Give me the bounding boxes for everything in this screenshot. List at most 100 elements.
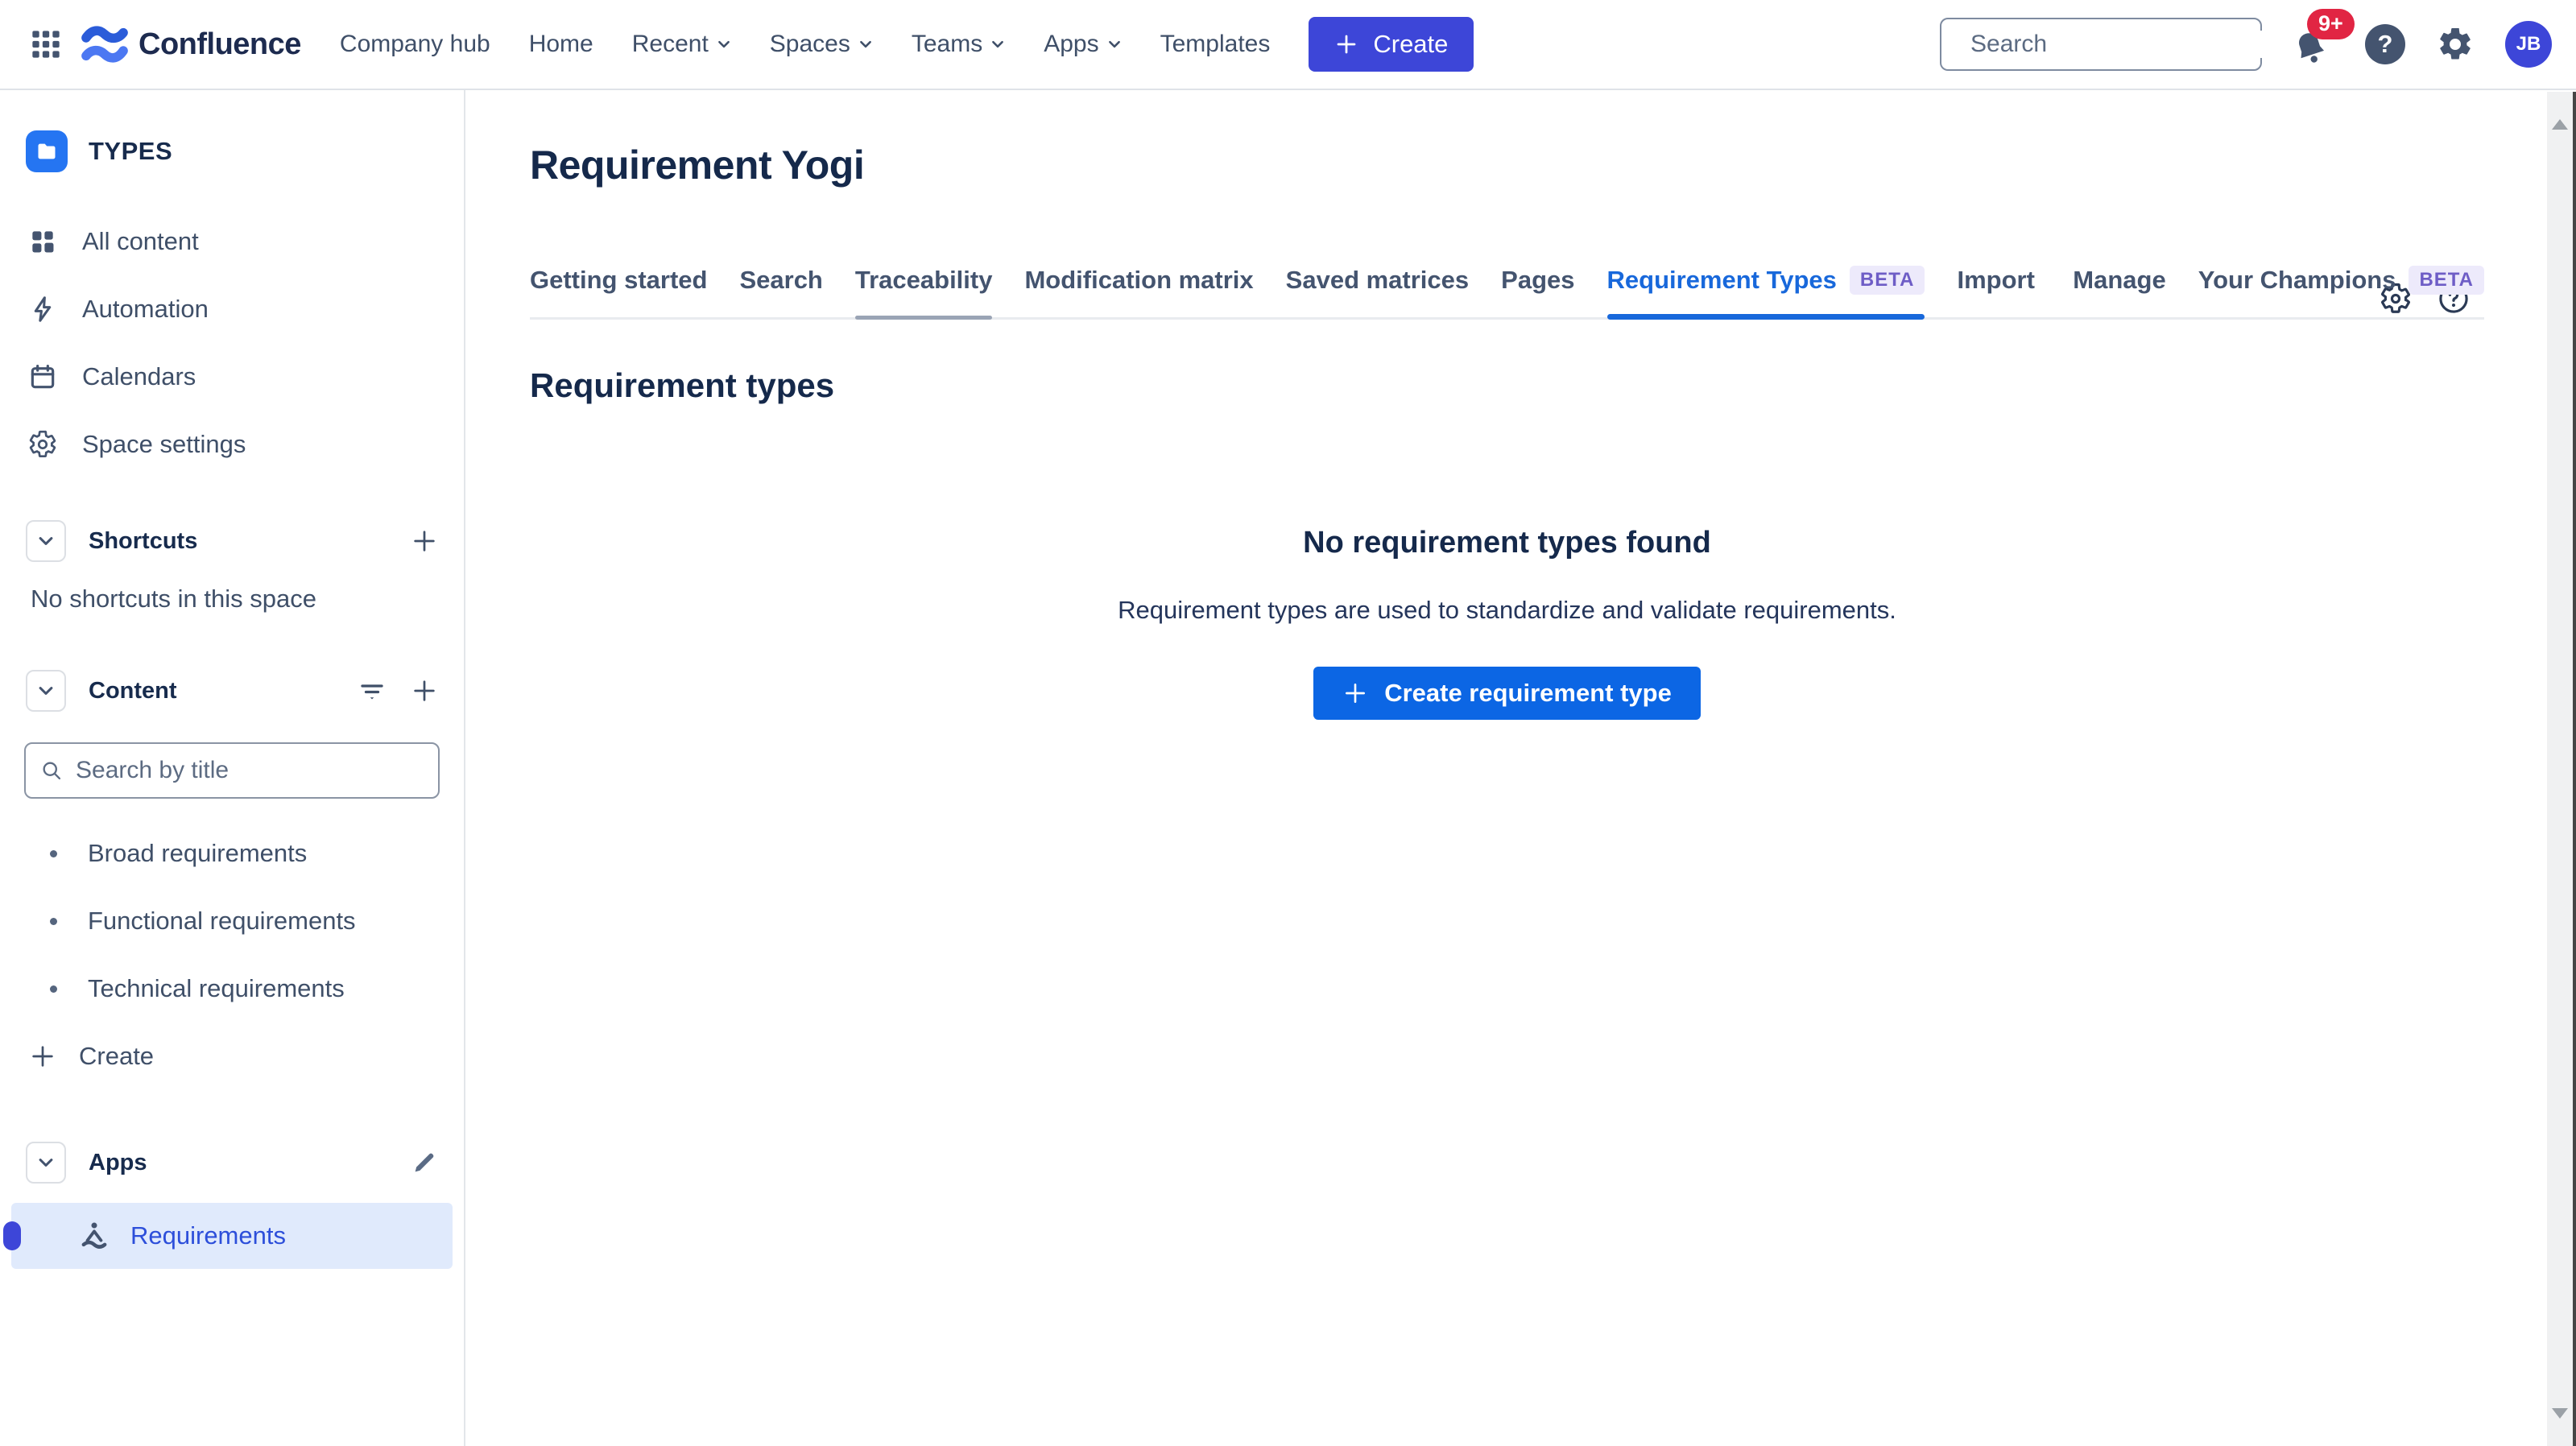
vertical-scrollbar[interactable] <box>2547 92 2573 1446</box>
gear-icon <box>2436 25 2475 64</box>
content-search-input[interactable] <box>76 757 424 784</box>
tab-saved-matrices[interactable]: Saved matrices <box>1286 266 1469 317</box>
tab-search[interactable]: Search <box>739 266 822 317</box>
window-edge <box>2573 92 2576 1446</box>
question-mark-icon: ? <box>2378 30 2393 59</box>
space-avatar <box>26 130 68 172</box>
app-switcher-button[interactable] <box>24 23 68 66</box>
beta-badge: BETA <box>1850 266 1925 295</box>
content-search[interactable] <box>24 742 440 799</box>
tab-your-champions[interactable]: Your Champions BETA <box>2198 266 2484 317</box>
space-header[interactable]: TYPES <box>0 118 464 185</box>
create-requirement-type-button[interactable]: Create requirement type <box>1313 667 1701 720</box>
notifications-button[interactable]: 9+ <box>2291 20 2336 68</box>
content-collapse-button[interactable] <box>26 670 66 712</box>
content-section-header: Content <box>0 665 464 717</box>
chevron-down-icon <box>990 37 1005 52</box>
app-grid-icon <box>30 28 62 60</box>
edit-apps-button[interactable] <box>411 1149 438 1176</box>
page-item-functional-requirements[interactable]: Functional requirements <box>0 887 464 955</box>
sidebar-item-automation[interactable]: Automation <box>0 275 464 343</box>
sidebar-create-page-button[interactable]: Create <box>0 1023 464 1090</box>
gear-icon <box>27 429 58 460</box>
space-sidebar: TYPES All content Automation Calendars <box>0 90 465 1446</box>
scroll-down-arrow-icon[interactable] <box>2552 1408 2568 1419</box>
bolt-icon <box>27 294 58 324</box>
logo-text: Confluence <box>139 27 301 62</box>
content-page-tree: Broad requirements Functional requiremen… <box>0 820 464 1090</box>
bullet-icon <box>50 850 57 857</box>
meditation-icon <box>77 1219 111 1253</box>
confluence-logo[interactable]: Confluence <box>81 20 301 68</box>
main-content: Requirement Yogi Getting started Search … <box>467 90 2547 1446</box>
beta-badge: BETA <box>2409 266 2484 295</box>
chevron-down-icon <box>37 1154 55 1171</box>
space-nav: All content Automation Calendars Space s… <box>0 208 464 478</box>
settings-button[interactable] <box>2434 23 2476 65</box>
sidebar-item-calendars[interactable]: Calendars <box>0 343 464 411</box>
pencil-icon <box>411 1149 438 1176</box>
content-title: Content <box>89 678 177 704</box>
global-create-button[interactable]: Create <box>1309 17 1474 72</box>
nav-home[interactable]: Home <box>529 31 593 58</box>
calendar-icon <box>27 362 58 392</box>
chevron-down-icon <box>37 682 55 700</box>
topnav-right-group: 9+ ? JB <box>1940 18 2552 71</box>
nav-apps[interactable]: Apps <box>1044 31 1121 58</box>
search-icon <box>40 759 63 782</box>
page-title: Requirement Yogi <box>530 142 2484 188</box>
shortcuts-section-header: Shortcuts <box>0 515 464 567</box>
page-item-technical-requirements[interactable]: Technical requirements <box>0 955 464 1023</box>
global-search[interactable] <box>1940 18 2262 71</box>
sidebar-item-requirements[interactable]: Requirements <box>11 1203 453 1269</box>
chevron-down-icon <box>858 37 873 52</box>
tab-getting-started[interactable]: Getting started <box>530 266 707 317</box>
empty-state-description: Requirement types are used to standardiz… <box>530 596 2484 625</box>
empty-state: No requirement types found Requirement t… <box>530 526 2484 720</box>
filter-icon <box>358 676 387 705</box>
primary-nav: Company hub Home Recent Spaces Teams App… <box>340 31 1270 58</box>
chevron-down-icon <box>37 532 55 550</box>
sidebar-item-space-settings[interactable]: Space settings <box>0 411 464 478</box>
plus-icon <box>29 1043 56 1070</box>
nav-templates[interactable]: Templates <box>1160 31 1271 58</box>
page-item-broad-requirements[interactable]: Broad requirements <box>0 820 464 887</box>
scroll-up-arrow-icon[interactable] <box>2552 119 2568 130</box>
shortcuts-collapse-button[interactable] <box>26 520 66 562</box>
plus-icon <box>1334 32 1358 56</box>
add-shortcut-button[interactable] <box>411 527 438 555</box>
active-indicator <box>3 1221 21 1250</box>
add-content-button[interactable] <box>411 677 438 704</box>
filter-content-button[interactable] <box>358 676 387 705</box>
global-search-input[interactable] <box>1970 31 2281 58</box>
nav-company-hub[interactable]: Company hub <box>340 31 490 58</box>
notification-count-badge: 9+ <box>2307 9 2355 39</box>
folder-icon <box>35 140 58 163</box>
chevron-down-icon <box>717 37 731 52</box>
tab-pages[interactable]: Pages <box>1501 266 1574 317</box>
tab-traceability[interactable]: Traceability <box>855 266 993 317</box>
plus-icon <box>411 677 438 704</box>
tab-modification-matrix[interactable]: Modification matrix <box>1024 266 1253 317</box>
section-heading: Requirement types <box>530 366 2484 405</box>
bullet-icon <box>50 985 57 993</box>
user-avatar[interactable]: JB <box>2505 21 2552 68</box>
nav-teams[interactable]: Teams <box>912 31 1005 58</box>
nav-recent[interactable]: Recent <box>632 31 731 58</box>
nav-spaces[interactable]: Spaces <box>770 31 873 58</box>
help-button[interactable]: ? <box>2365 24 2405 64</box>
tab-bar: Getting started Search Traceability Modi… <box>530 266 2484 320</box>
apps-collapse-button[interactable] <box>26 1142 66 1184</box>
sidebar-item-label: Requirements <box>130 1221 286 1250</box>
plus-icon <box>411 527 438 555</box>
chevron-down-icon <box>1107 37 1122 52</box>
tab-manage[interactable]: Manage <box>2073 266 2165 317</box>
tab-requirement-types[interactable]: Requirement Types BETA <box>1607 266 1925 317</box>
sidebar-item-all-content[interactable]: All content <box>0 208 464 275</box>
shortcuts-title: Shortcuts <box>89 528 197 555</box>
plus-icon <box>1342 680 1368 706</box>
tab-import[interactable]: Import <box>1957 266 2034 317</box>
grid-icon <box>27 226 58 257</box>
apps-title: Apps <box>89 1150 147 1176</box>
apps-section-header: Apps <box>0 1137 464 1188</box>
